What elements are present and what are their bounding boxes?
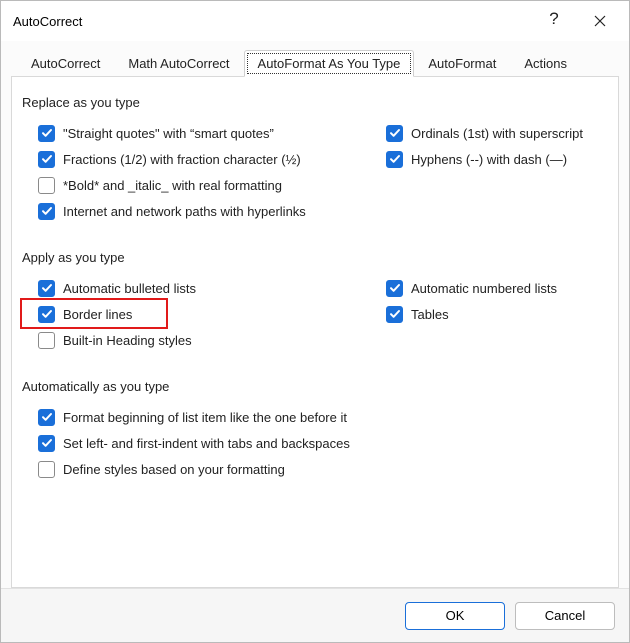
label-internet-paths: Internet and network paths with hyperlin…: [63, 204, 306, 219]
help-button[interactable]: ?: [531, 2, 577, 36]
tab-strip: AutoCorrect Math AutoCorrect AutoFormat …: [11, 47, 619, 77]
checkbox-format-beginning[interactable]: [38, 409, 55, 426]
checkbox-hyphens[interactable]: [386, 151, 403, 168]
group-replace: Replace as you type "Straight quotes" wi…: [22, 95, 608, 224]
tab-panel: Replace as you type "Straight quotes" wi…: [11, 77, 619, 588]
label-define-styles: Define styles based on your formatting: [63, 462, 285, 477]
label-border-lines: Border lines: [63, 307, 132, 322]
titlebar: AutoCorrect ?: [1, 1, 629, 41]
window-title: AutoCorrect: [13, 14, 531, 29]
label-straight-quotes: "Straight quotes" with “smart quotes”: [63, 126, 274, 141]
dialog-body: AutoCorrect Math AutoCorrect AutoFormat …: [1, 41, 629, 588]
label-tables: Tables: [411, 307, 449, 322]
checkbox-tables[interactable]: [386, 306, 403, 323]
autocorrect-dialog: AutoCorrect ? AutoCorrect Math AutoCorre…: [0, 0, 630, 643]
group-automatically-title: Automatically as you type: [22, 379, 608, 394]
tab-math-autocorrect[interactable]: Math AutoCorrect: [114, 50, 243, 77]
ok-button[interactable]: OK: [405, 602, 505, 630]
label-heading-styles: Built-in Heading styles: [63, 333, 192, 348]
checkbox-straight-quotes[interactable]: [38, 125, 55, 142]
group-apply: Apply as you type Automatic bulleted lis…: [22, 250, 608, 353]
label-format-beginning: Format beginning of list item like the o…: [63, 410, 347, 425]
label-ordinals: Ordinals (1st) with superscript: [411, 126, 583, 141]
dialog-footer: OK Cancel: [1, 588, 629, 642]
checkbox-border-lines[interactable]: [38, 306, 55, 323]
checkbox-internet-paths[interactable]: [38, 203, 55, 220]
checkbox-fractions[interactable]: [38, 151, 55, 168]
group-apply-title: Apply as you type: [22, 250, 608, 265]
group-automatically: Automatically as you type Format beginni…: [22, 379, 608, 482]
cancel-button[interactable]: Cancel: [515, 602, 615, 630]
checkbox-set-indent[interactable]: [38, 435, 55, 452]
label-hyphens: Hyphens (--) with dash (—): [411, 152, 567, 167]
tab-actions[interactable]: Actions: [510, 50, 581, 77]
checkbox-bold-italic[interactable]: [38, 177, 55, 194]
tab-autocorrect[interactable]: AutoCorrect: [17, 50, 114, 77]
close-button[interactable]: [577, 4, 623, 38]
checkbox-define-styles[interactable]: [38, 461, 55, 478]
tab-autoformat[interactable]: AutoFormat: [414, 50, 510, 77]
label-numbered-lists: Automatic numbered lists: [411, 281, 557, 296]
checkbox-numbered-lists[interactable]: [386, 280, 403, 297]
tab-autoformat-as-you-type[interactable]: AutoFormat As You Type: [244, 50, 415, 77]
label-set-indent: Set left- and first-indent with tabs and…: [63, 436, 350, 451]
group-replace-title: Replace as you type: [22, 95, 608, 110]
close-icon: [594, 15, 606, 27]
checkbox-ordinals[interactable]: [386, 125, 403, 142]
label-bulleted-lists: Automatic bulleted lists: [63, 281, 196, 296]
checkbox-heading-styles[interactable]: [38, 332, 55, 349]
label-bold-italic: *Bold* and _italic_ with real formatting: [63, 178, 282, 193]
checkbox-bulleted-lists[interactable]: [38, 280, 55, 297]
label-fractions: Fractions (1/2) with fraction character …: [63, 152, 301, 167]
